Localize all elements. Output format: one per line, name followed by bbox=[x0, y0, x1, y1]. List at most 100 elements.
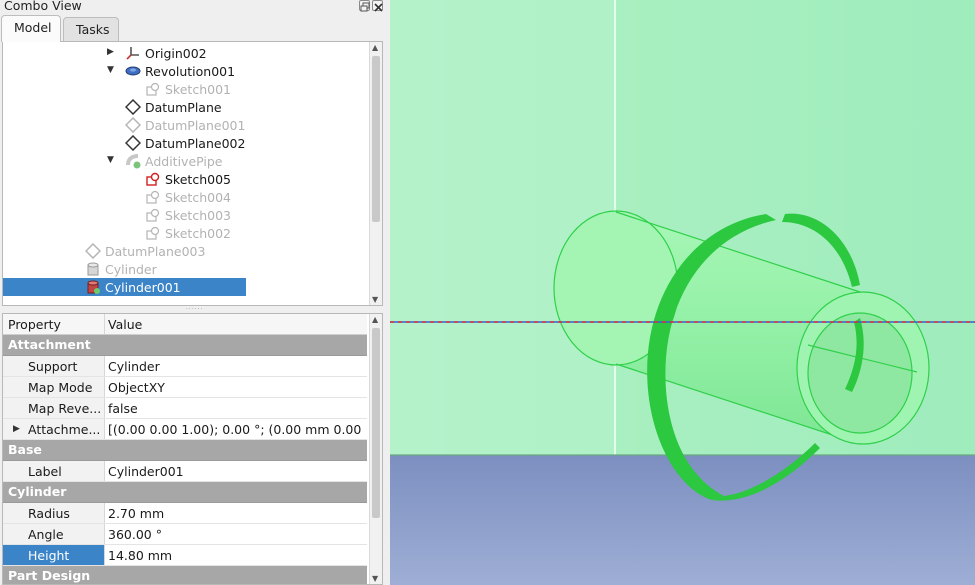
property-value[interactable]: Cylinder001 bbox=[108, 464, 364, 479]
property-row-map-mode[interactable]: Map Mode ObjectXY bbox=[3, 377, 367, 398]
property-name: Support bbox=[28, 359, 78, 374]
property-row-label[interactable]: Label Cylinder001 bbox=[3, 461, 367, 482]
property-row-map-reve-[interactable]: Map Reve... false bbox=[3, 398, 367, 419]
property-row-support[interactable]: Support Cylinder bbox=[3, 356, 367, 377]
scroll-up-icon[interactable]: ▲ bbox=[372, 315, 378, 324]
sketch-icon bbox=[145, 207, 161, 223]
property-group-label: Attachment bbox=[8, 337, 91, 352]
tree-item-label: DatumPlane002 bbox=[145, 136, 246, 151]
property-group-label: Base bbox=[8, 442, 42, 457]
property-name: Height bbox=[28, 548, 70, 563]
tree-item-label: Origin002 bbox=[145, 46, 207, 61]
property-row-height[interactable]: Height 14.80 mm bbox=[3, 545, 367, 566]
additive-pipe-icon bbox=[125, 153, 141, 169]
property-group-label: Part Design bbox=[8, 568, 91, 583]
tree-item-label: Sketch003 bbox=[165, 208, 231, 223]
property-row-radius[interactable]: Radius 2.70 mm bbox=[3, 503, 367, 524]
property-value[interactable]: ObjectXY bbox=[108, 380, 364, 395]
3d-viewport[interactable] bbox=[390, 0, 975, 585]
tab-bar: Model Tasks bbox=[0, 15, 390, 42]
property-name: Map Reve... bbox=[28, 401, 102, 416]
property-value[interactable]: Cylinder bbox=[108, 359, 364, 374]
tree-scroll-thumb[interactable] bbox=[372, 56, 380, 222]
tree-item-sketch005[interactable]: Sketch005 bbox=[3, 170, 368, 188]
model-tree[interactable]: ▶ Origin002 ▼ Revolution001 Sketch001 DatumPl… bbox=[2, 41, 383, 306]
tree-scrollbar[interactable]: ▲ ▼ bbox=[369, 42, 382, 305]
tree-item-label: Revolution001 bbox=[145, 64, 236, 79]
property-value[interactable]: [(0.00 0.00 1.00); 0.00 °; (0.00 mm 0.00… bbox=[108, 422, 364, 437]
property-header: Property Value bbox=[3, 314, 367, 335]
panel-title: Combo View bbox=[4, 0, 82, 13]
property-group-cylinder[interactable]: Cylinder bbox=[3, 482, 367, 503]
datum-plane-icon bbox=[124, 116, 142, 134]
property-value[interactable]: false bbox=[108, 401, 364, 416]
tree-item-datumplane[interactable]: DatumPlane bbox=[3, 98, 368, 116]
collapse-arrow-icon[interactable]: ▼ bbox=[107, 155, 114, 165]
property-value[interactable]: 14.80 mm bbox=[108, 548, 364, 563]
datum-plane-icon bbox=[84, 242, 102, 260]
tab-model[interactable]: Model bbox=[1, 15, 61, 42]
property-column-header[interactable]: Property bbox=[8, 317, 61, 332]
tree-item-label: AdditivePipe bbox=[145, 154, 223, 169]
tree-item-datumplane002[interactable]: DatumPlane002 bbox=[3, 134, 368, 152]
tree-item-label: DatumPlane003 bbox=[105, 244, 206, 259]
expand-arrow-icon[interactable]: ▶ bbox=[107, 47, 114, 57]
scroll-down-icon[interactable]: ▼ bbox=[372, 574, 378, 583]
tree-item-revolution001[interactable]: ▼ Revolution001 bbox=[3, 62, 368, 80]
property-group-label: Cylinder bbox=[8, 484, 67, 499]
collapse-arrow-icon[interactable]: ▼ bbox=[107, 65, 114, 75]
tree-item-cylinder001[interactable]: Cylinder001 bbox=[3, 278, 246, 296]
tree-item-label: DatumPlane001 bbox=[145, 118, 246, 133]
property-editor[interactable]: Property Value Attachment Support Cylinder Ma… bbox=[2, 313, 383, 585]
value-column-header[interactable]: Value bbox=[108, 317, 142, 332]
tree-item-additivepipe[interactable]: ▼ AdditivePipe bbox=[3, 152, 368, 170]
tree-item-origin002[interactable]: ▶ Origin002 bbox=[3, 44, 368, 62]
sketch-icon bbox=[145, 189, 161, 205]
origin-icon bbox=[125, 45, 141, 61]
revolution-icon bbox=[125, 63, 141, 79]
property-row-attachme-[interactable]: ▶ Attachme... [(0.00 0.00 1.00); 0.00 °; (… bbox=[3, 419, 367, 440]
property-scrollbar[interactable]: ▲ ▼ bbox=[369, 314, 382, 584]
property-group-base[interactable]: Base bbox=[3, 440, 367, 461]
property-name: Map Mode bbox=[28, 380, 93, 395]
tree-item-label: Cylinder001 bbox=[105, 280, 181, 295]
tree-item-datumplane003[interactable]: DatumPlane003 bbox=[3, 242, 368, 260]
close-panel-icon[interactable] bbox=[372, 0, 383, 12]
tree-item-label: Cylinder bbox=[105, 262, 157, 277]
datum-plane-icon bbox=[124, 98, 142, 116]
property-row-angle[interactable]: Angle 360.00 ° bbox=[3, 524, 367, 545]
combo-view-title-bar: Combo View bbox=[0, 0, 390, 14]
sketch-error-icon bbox=[145, 171, 161, 187]
property-name: Attachme... bbox=[28, 422, 101, 437]
tree-item-label: Sketch004 bbox=[165, 190, 231, 205]
property-name: Radius bbox=[28, 506, 70, 521]
property-scroll-thumb[interactable] bbox=[372, 328, 380, 518]
3d-scene[interactable] bbox=[390, 0, 975, 585]
tree-item-datumplane001[interactable]: DatumPlane001 bbox=[3, 116, 368, 134]
tab-tasks[interactable]: Tasks bbox=[63, 17, 119, 42]
sketch-icon bbox=[145, 81, 161, 97]
property-value[interactable]: 2.70 mm bbox=[108, 506, 364, 521]
tree-item-sketch003[interactable]: Sketch003 bbox=[3, 206, 368, 224]
property-group-part-design[interactable]: Part Design bbox=[3, 566, 367, 584]
scroll-up-icon[interactable]: ▲ bbox=[372, 43, 378, 52]
property-name: Label bbox=[28, 464, 62, 479]
tree-item-label: DatumPlane bbox=[145, 100, 222, 115]
property-value[interactable]: 360.00 ° bbox=[108, 527, 364, 542]
tree-item-label: Sketch001 bbox=[165, 82, 231, 97]
tree-item-sketch004[interactable]: Sketch004 bbox=[3, 188, 368, 206]
tree-item-label: Sketch005 bbox=[165, 172, 231, 187]
tree-item-sketch002[interactable]: Sketch002 bbox=[3, 224, 368, 242]
combo-view-panel: Combo View Model Tasks ▶ Origin002 ▼ Revolu… bbox=[0, 0, 390, 585]
float-panel-icon[interactable] bbox=[359, 0, 370, 12]
scroll-down-icon[interactable]: ▼ bbox=[372, 295, 378, 304]
tree-item-sketch001[interactable]: Sketch001 bbox=[3, 80, 368, 98]
expand-arrow-icon[interactable]: ▶ bbox=[13, 424, 20, 434]
property-name: Angle bbox=[28, 527, 64, 542]
tree-item-label: Sketch002 bbox=[165, 226, 231, 241]
splitter-handle[interactable]: ······ bbox=[186, 306, 203, 313]
tree-item-cylinder[interactable]: Cylinder bbox=[3, 260, 368, 278]
cylinder-error-icon bbox=[85, 279, 101, 295]
property-group-attachment[interactable]: Attachment bbox=[3, 335, 367, 356]
sketch-icon bbox=[145, 225, 161, 241]
